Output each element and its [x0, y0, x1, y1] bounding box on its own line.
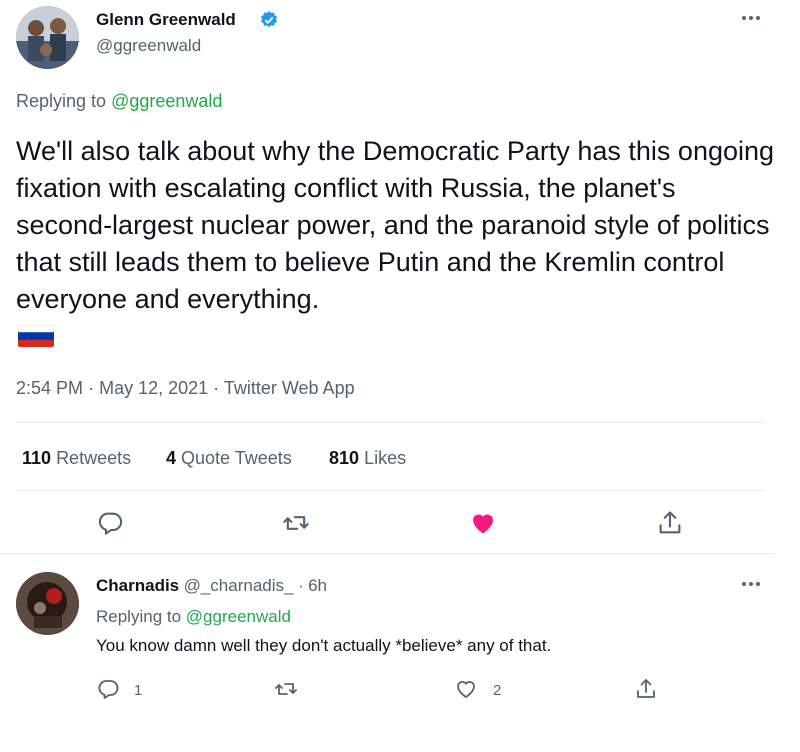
reply-author-name[interactable]: Charnadis — [96, 576, 179, 595]
reply-reply-count: 1 — [134, 682, 143, 699]
reply-author-avatar[interactable] — [16, 572, 79, 635]
divider — [16, 490, 764, 491]
reply-separator: · — [297, 576, 304, 595]
tweet-text: We'll also talk about why the Democratic… — [16, 136, 775, 314]
author-handle[interactable]: @ggreenwald — [96, 36, 201, 56]
meta-separator: · — [88, 378, 95, 398]
tweet-time[interactable]: 2:54 PM — [16, 378, 83, 398]
share-icon[interactable] — [656, 509, 684, 537]
retweets-count: 110 — [22, 448, 52, 468]
tweet-source[interactable]: Twitter Web App — [224, 378, 355, 398]
retweets-stat[interactable]: 110 Retweets — [22, 448, 131, 469]
reply-header: Charnadis @_charnadis_ · 6h — [96, 576, 327, 596]
author-avatar[interactable] — [16, 6, 79, 69]
reply-icon[interactable] — [96, 509, 124, 537]
likes-stat[interactable]: 810 Likes — [329, 448, 406, 469]
reply-retweet-icon[interactable] — [274, 677, 298, 701]
meta-separator: · — [213, 378, 220, 398]
replying-to-handle[interactable]: @ggreenwald — [111, 91, 222, 111]
quotes-count: 4 — [166, 448, 177, 468]
reply-reply-icon[interactable] — [96, 677, 120, 701]
reply-share-icon[interactable] — [634, 677, 658, 701]
reply-replying-to-prefix: Replying to — [96, 607, 182, 626]
quotes-stat[interactable]: 4 Quote Tweets — [166, 448, 292, 469]
reply-like-count: 2 — [493, 682, 502, 699]
tweet-date[interactable]: May 12, 2021 — [99, 378, 208, 398]
quotes-label: Quote Tweets — [181, 448, 292, 468]
verified-badge-icon — [259, 10, 279, 30]
reply-replying-to: Replying to @ggreenwald — [96, 607, 291, 627]
author-name[interactable]: Glenn Greenwald — [96, 10, 236, 30]
reply-text: You know damn well they don't actually *… — [96, 636, 552, 655]
retweet-icon[interactable] — [282, 509, 310, 537]
reply-like-icon[interactable] — [454, 677, 478, 701]
likes-label: Likes — [364, 448, 407, 468]
reply-replying-to-handle[interactable]: @ggreenwald — [186, 607, 291, 626]
replying-to: Replying to @ggreenwald — [16, 91, 222, 112]
reply-time[interactable]: 6h — [308, 576, 327, 595]
more-icon[interactable] — [740, 10, 762, 26]
divider — [16, 422, 764, 423]
reply-more-icon[interactable] — [740, 576, 762, 592]
russia-flag-icon — [18, 325, 54, 347]
retweets-label: Retweets — [56, 448, 132, 468]
divider — [0, 553, 775, 554]
tweet-meta: 2:54 PM · May 12, 2021 · Twitter Web App — [16, 378, 355, 399]
likes-count: 810 — [329, 448, 360, 468]
like-icon[interactable] — [469, 509, 497, 537]
replying-to-prefix: Replying to — [16, 91, 107, 111]
reply-author-handle[interactable]: @_charnadis_ — [184, 576, 294, 595]
